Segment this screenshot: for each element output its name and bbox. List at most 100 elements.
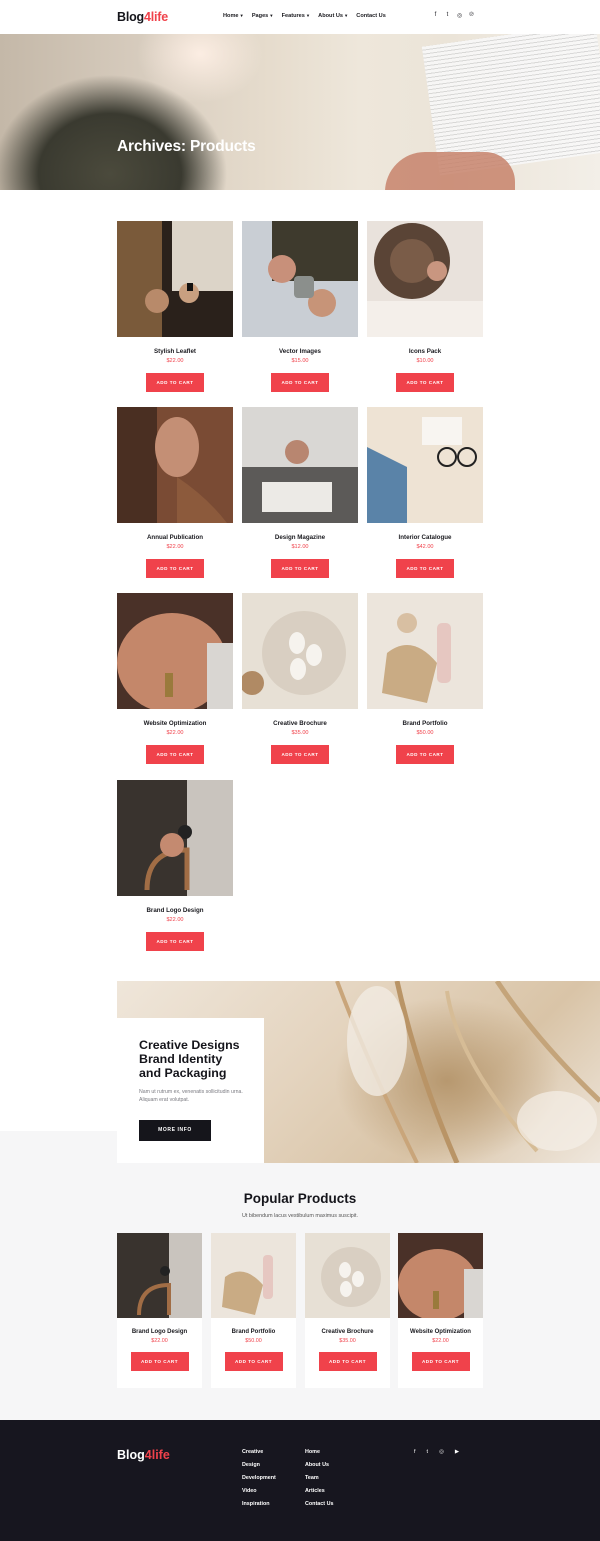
logo-accent: 4life bbox=[143, 10, 168, 24]
product-name[interactable]: Design Magazine bbox=[242, 534, 358, 541]
hero-banner: Archives: Products bbox=[0, 34, 600, 190]
facebook-icon[interactable]: f bbox=[433, 12, 438, 19]
product-price: $12.00 bbox=[291, 544, 309, 550]
product-name[interactable]: Interior Catalogue bbox=[367, 534, 483, 541]
instagram-icon[interactable]: ◎ bbox=[457, 12, 462, 19]
footer-link[interactable]: Articles bbox=[305, 1488, 333, 1494]
product-name[interactable]: Website Optimization bbox=[117, 720, 233, 727]
popular-product-card: Brand Logo Design $22.00 ADD TO CART bbox=[117, 1233, 202, 1388]
product-image[interactable] bbox=[367, 593, 483, 709]
product-image[interactable] bbox=[242, 593, 358, 709]
product-name[interactable]: Brand Logo Design bbox=[117, 1329, 202, 1335]
nav-features[interactable]: Features ▾ bbox=[282, 13, 310, 19]
hero-hand-image bbox=[385, 152, 515, 190]
footer-link[interactable]: Contact Us bbox=[305, 1501, 333, 1507]
site-header: Blog4life Home ▾ Pages ▾ Features ▾ About U… bbox=[0, 0, 600, 34]
product-card: Brand Portfolio $50.00 ADD TO CART bbox=[367, 593, 483, 764]
product-name[interactable]: Website Optimization bbox=[398, 1329, 483, 1335]
product-image[interactable] bbox=[367, 221, 483, 337]
product-image[interactable] bbox=[398, 1233, 483, 1318]
product-name[interactable]: Annual Publication bbox=[117, 534, 233, 541]
product-name[interactable]: Vector Images bbox=[242, 348, 358, 355]
footer-link[interactable]: Video bbox=[242, 1488, 276, 1494]
facebook-icon[interactable]: f bbox=[414, 1449, 416, 1455]
footer-social: f t ◎ ▶ bbox=[414, 1449, 459, 1455]
product-image[interactable] bbox=[117, 593, 233, 709]
product-card: Website Optimization $22.00 ADD TO CART bbox=[117, 593, 233, 764]
add-to-cart-button[interactable]: ADD TO CART bbox=[146, 373, 204, 392]
logo-main: Blog bbox=[117, 10, 144, 24]
product-image[interactable] bbox=[211, 1233, 296, 1318]
instagram-icon[interactable]: ◎ bbox=[439, 1449, 444, 1455]
product-price: $42.00 bbox=[416, 544, 434, 550]
add-to-cart-button[interactable]: ADD TO CART bbox=[396, 559, 454, 578]
logo-accent: 4life bbox=[144, 1448, 170, 1462]
footer-logo[interactable]: Blog4life bbox=[117, 1448, 170, 1462]
product-name[interactable]: Brand Portfolio bbox=[367, 720, 483, 727]
footer-link[interactable]: Inspiration bbox=[242, 1501, 276, 1507]
product-image[interactable] bbox=[117, 407, 233, 523]
promo-title-line: Brand Identity bbox=[139, 1052, 223, 1066]
footer-link[interactable]: Home bbox=[305, 1449, 333, 1455]
add-to-cart-button[interactable]: ADD TO CART bbox=[271, 559, 329, 578]
add-to-cart-button[interactable]: ADD TO CART bbox=[396, 373, 454, 392]
twitter-icon[interactable]: t bbox=[445, 12, 450, 19]
nav-pages[interactable]: Pages ▾ bbox=[252, 13, 273, 19]
product-image[interactable] bbox=[117, 780, 233, 896]
chevron-down-icon: ▾ bbox=[240, 13, 243, 18]
add-to-cart-button[interactable]: ADD TO CART bbox=[271, 745, 329, 764]
product-image[interactable] bbox=[117, 1233, 202, 1318]
footer-link[interactable]: Creative bbox=[242, 1449, 276, 1455]
nav-about-us[interactable]: About Us ▾ bbox=[318, 13, 347, 19]
product-image[interactable] bbox=[117, 221, 233, 337]
product-card: Interior Catalogue $42.00 ADD TO CART bbox=[367, 407, 483, 578]
promo-title-line: Creative Designs bbox=[139, 1038, 240, 1052]
product-price: $22.00 bbox=[151, 1338, 168, 1344]
product-price: $22.00 bbox=[166, 358, 184, 364]
product-price: $35.00 bbox=[291, 730, 309, 736]
product-image[interactable] bbox=[242, 221, 358, 337]
product-image[interactable] bbox=[367, 407, 483, 523]
add-to-cart-button[interactable]: ADD TO CART bbox=[146, 932, 204, 951]
product-name[interactable]: Icons Pack bbox=[367, 348, 483, 355]
add-to-cart-button[interactable]: ADD TO CART bbox=[271, 373, 329, 392]
nav-label: Home bbox=[223, 13, 239, 19]
add-to-cart-button[interactable]: ADD TO CART bbox=[146, 559, 204, 578]
product-image[interactable] bbox=[305, 1233, 390, 1318]
add-to-cart-button[interactable]: ADD TO CART bbox=[224, 1352, 283, 1371]
nav-home[interactable]: Home ▾ bbox=[223, 13, 243, 19]
pinterest-icon[interactable]: ℗ bbox=[469, 12, 474, 19]
product-name[interactable]: Brand Logo Design bbox=[117, 907, 233, 914]
popular-product-card: Creative Brochure $35.00 ADD TO CART bbox=[305, 1233, 390, 1388]
add-to-cart-button[interactable]: ADD TO CART bbox=[411, 1352, 470, 1371]
promo-title-line: and Packaging bbox=[139, 1066, 227, 1080]
footer-link[interactable]: About Us bbox=[305, 1462, 333, 1468]
chevron-down-icon: ▾ bbox=[270, 13, 273, 18]
add-to-cart-button[interactable]: ADD TO CART bbox=[130, 1352, 189, 1371]
footer-link[interactable]: Design bbox=[242, 1462, 276, 1468]
nav-contact-us[interactable]: Contact Us bbox=[356, 13, 386, 19]
youtube-icon[interactable]: ▶ bbox=[455, 1449, 459, 1455]
product-card: Creative Brochure $35.00 ADD TO CART bbox=[242, 593, 358, 764]
header-social: f t ◎ ℗ bbox=[433, 12, 474, 19]
product-name[interactable]: Brand Portfolio bbox=[211, 1329, 296, 1335]
product-name[interactable]: Creative Brochure bbox=[305, 1329, 390, 1335]
add-to-cart-button[interactable]: ADD TO CART bbox=[396, 745, 454, 764]
product-card: Icons Pack $10.00 ADD TO CART bbox=[367, 221, 483, 392]
more-info-button[interactable]: MORE INFO bbox=[139, 1120, 211, 1141]
popular-product-card: Brand Portfolio $50.00 ADD TO CART bbox=[211, 1233, 296, 1388]
twitter-icon[interactable]: t bbox=[427, 1449, 429, 1455]
product-price: $50.00 bbox=[245, 1338, 262, 1344]
logo-main: Blog bbox=[117, 1448, 145, 1462]
footer-pages: Home About Us Team Articles Contact Us bbox=[305, 1449, 333, 1507]
add-to-cart-button[interactable]: ADD TO CART bbox=[146, 745, 204, 764]
add-to-cart-button[interactable]: ADD TO CART bbox=[318, 1352, 377, 1371]
footer-link[interactable]: Team bbox=[305, 1475, 333, 1481]
product-name[interactable]: Stylish Leaflet bbox=[117, 348, 233, 355]
product-name[interactable]: Creative Brochure bbox=[242, 720, 358, 727]
promo-text: Nam ut rutrum ex, venenatis sollicitudin… bbox=[139, 1089, 243, 1103]
product-image[interactable] bbox=[242, 407, 358, 523]
footer-link[interactable]: Development bbox=[242, 1475, 276, 1481]
product-price: $15.00 bbox=[291, 358, 309, 364]
site-logo[interactable]: Blog4life bbox=[117, 10, 168, 24]
